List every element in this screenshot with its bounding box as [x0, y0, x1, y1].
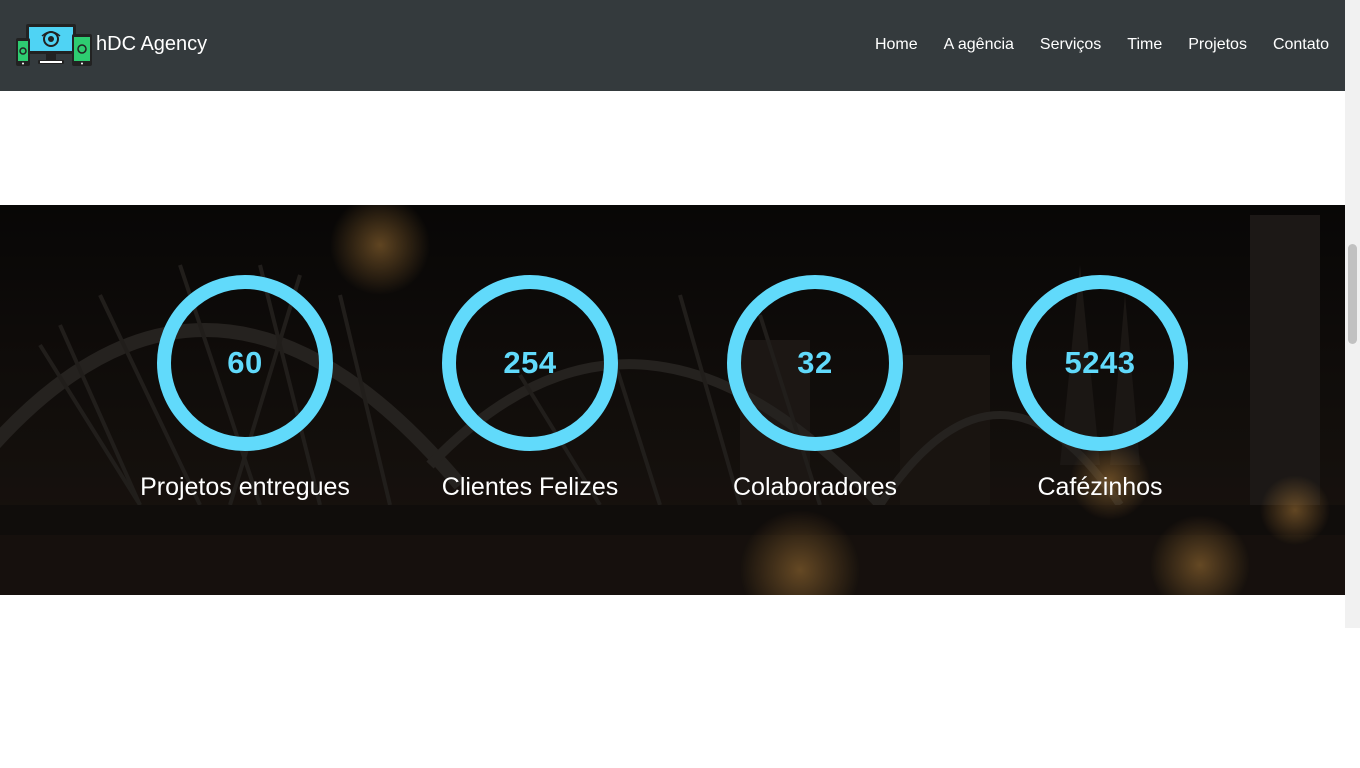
counter-label: Cafézinhos: [1037, 473, 1163, 501]
counters-section: 60 Projetos entregues 254 Clientes Feliz…: [0, 205, 1345, 595]
counter-ring: 254: [442, 275, 618, 451]
page-viewport: hDC Agency Home A agência Serviços Time …: [0, 0, 1345, 768]
devices-logo-icon: [16, 24, 92, 66]
brand[interactable]: hDC Agency: [16, 22, 207, 68]
scrollbar-thumb[interactable]: [1348, 244, 1357, 344]
counter-value: 5243: [1064, 345, 1136, 380]
vertical-scrollbar[interactable]: [1345, 0, 1360, 768]
nav-item-agencia[interactable]: A agência: [944, 35, 1014, 55]
counter-label: Colaboradores: [733, 473, 897, 501]
counter-ring: 60: [157, 275, 333, 451]
counter-value: 60: [227, 345, 263, 380]
counter-value: 254: [503, 345, 557, 380]
navbar: hDC Agency Home A agência Serviços Time …: [0, 0, 1345, 91]
nav-item-projetos[interactable]: Projetos: [1188, 35, 1247, 55]
nav-item-home[interactable]: Home: [875, 35, 918, 55]
scrollbar-track-lower: [1345, 628, 1360, 768]
nav-item-contato[interactable]: Contato: [1273, 35, 1329, 55]
nav-item-servicos[interactable]: Serviços: [1040, 35, 1101, 55]
counter-ring: 5243: [1012, 275, 1188, 451]
counter-value: 32: [797, 345, 833, 380]
nav-item-time[interactable]: Time: [1127, 35, 1162, 55]
counter-ring: 32: [727, 275, 903, 451]
main-nav: Home A agência Serviços Time Projetos Co…: [849, 35, 1329, 55]
counter-label: Clientes Felizes: [441, 473, 619, 501]
brand-name[interactable]: hDC Agency: [96, 33, 207, 56]
counter-label: Projetos entregues: [140, 473, 350, 501]
